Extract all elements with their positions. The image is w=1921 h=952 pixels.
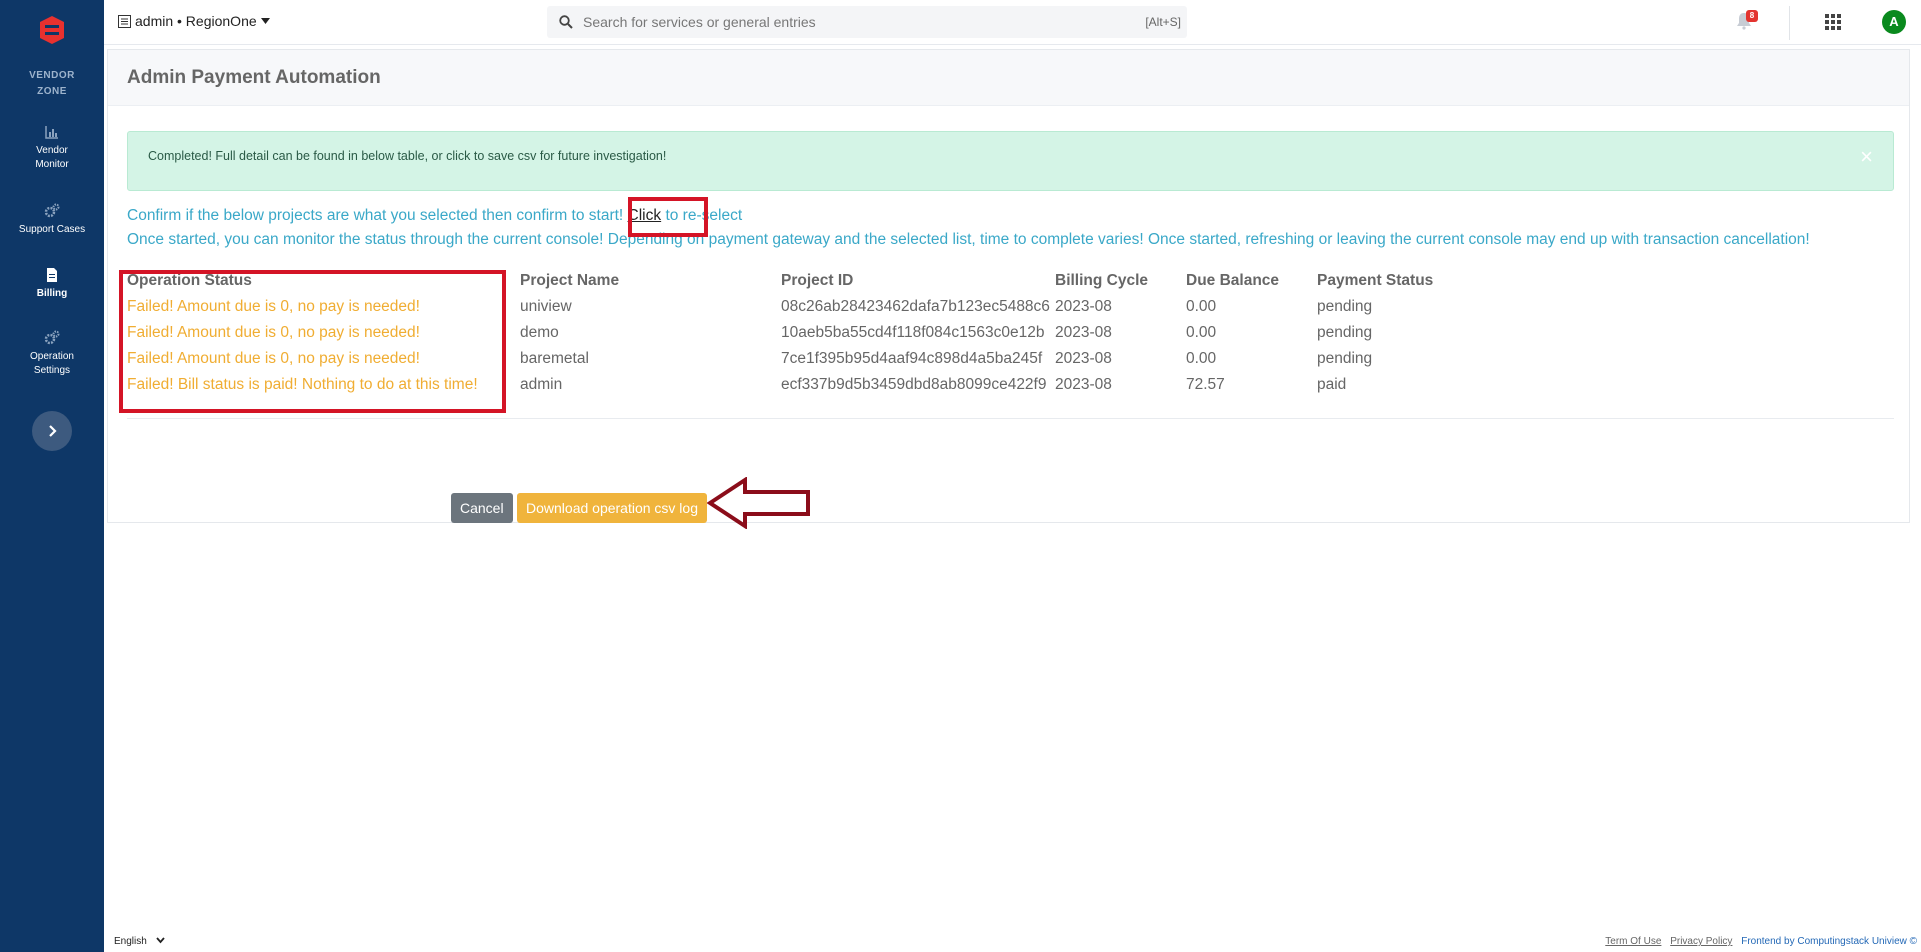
- notifications-button[interactable]: 8: [1736, 10, 1758, 35]
- brand-label: VENDOR ZONE: [29, 70, 75, 97]
- column-header-due-balance: Due Balance: [1186, 272, 1280, 289]
- project-region-switcher[interactable]: admin • RegionOne: [118, 13, 270, 29]
- page-title: Admin Payment Automation: [127, 67, 381, 88]
- search-input[interactable]: [583, 6, 1103, 38]
- gears-icon: [44, 330, 60, 345]
- caret-down-icon: [260, 18, 270, 24]
- gears-icon: [44, 203, 60, 218]
- column-header-project-name: Project Name: [520, 272, 620, 289]
- success-alert: Completed! Full detail can be found in b…: [127, 131, 1894, 191]
- card-header: Admin Payment Automation: [108, 50, 1909, 106]
- payment-automation-card: Admin Payment Automation Completed! Full…: [107, 49, 1910, 523]
- sidebar-toggle-button[interactable]: [32, 411, 72, 451]
- alert-message: Completed! Full detail can be found in b…: [148, 149, 667, 163]
- column-header-project-id: Project ID: [781, 272, 854, 289]
- operation-status-cell: Failed! Amount due is 0, no pay is neede…: [127, 298, 420, 315]
- table-header-row: Operation Status Project Name Project ID…: [127, 268, 1467, 294]
- close-icon[interactable]: ×: [1860, 146, 1873, 168]
- table-divider: [127, 418, 1894, 419]
- payment-status-cell: pending: [1317, 324, 1373, 341]
- billing-cycle-cell: 2023-08: [1055, 376, 1112, 393]
- sidebar-item-label: Support Cases: [18, 224, 86, 235]
- project-region-label: admin • RegionOne: [135, 13, 257, 29]
- download-csv-log-button[interactable]: Download operation csv log: [517, 493, 707, 523]
- document-icon: [47, 268, 57, 282]
- sidebar-item-operation-settings[interactable]: Operation Settings: [0, 330, 104, 378]
- reselect-suffix: to re-select: [665, 207, 743, 224]
- sidebar-item-label: Vendor Monitor: [35, 145, 69, 170]
- sidebar-item-billing[interactable]: Billing: [0, 267, 104, 301]
- project-name-cell: admin: [520, 376, 563, 393]
- confirm-instruction-text: Confirm if the below projects are what y…: [127, 207, 624, 224]
- column-header-billing-cycle: Billing Cycle: [1055, 272, 1149, 289]
- topbar-divider: [1789, 6, 1790, 40]
- confirm-instruction: Confirm if the below projects are what y…: [127, 207, 742, 225]
- sidebar-item-label: Billing: [36, 288, 68, 299]
- project-name-cell: uniview: [520, 298, 572, 315]
- due-balance-cell: 0.00: [1186, 350, 1217, 367]
- column-header-operation-status: Operation Status: [127, 272, 252, 289]
- sidebar: VENDOR ZONE Vendor Monitor Support Cases…: [0, 0, 104, 952]
- monitor-warning: Once started, you can monitor the status…: [127, 231, 1810, 248]
- payment-status-cell: pending: [1317, 298, 1373, 315]
- top-bar: admin • RegionOne [Alt+S] 8 A: [104, 0, 1921, 45]
- chevron-right-icon: [49, 425, 57, 437]
- due-balance-cell: 72.57: [1186, 376, 1225, 393]
- sidebar-item-vendor-monitor[interactable]: Vendor Monitor: [0, 124, 104, 172]
- bar-chart-icon: [45, 126, 58, 139]
- privacy-policy-link[interactable]: Privacy Policy: [1670, 936, 1732, 947]
- table-row: Failed! Amount due is 0, no pay is neede…: [127, 320, 1467, 346]
- user-avatar[interactable]: A: [1882, 10, 1906, 34]
- cancel-button[interactable]: Cancel: [451, 493, 513, 523]
- search-icon: [559, 15, 573, 29]
- list-icon: [118, 14, 131, 28]
- operation-status-cell: Failed! Amount due is 0, no pay is neede…: [127, 350, 420, 367]
- billing-cycle-cell: 2023-08: [1055, 298, 1112, 315]
- frontend-credit: Frontend by Computingstack Uniview ©: [1741, 936, 1917, 947]
- project-name-cell: demo: [520, 324, 559, 341]
- sidebar-item-label: Operation Settings: [30, 351, 74, 376]
- operation-results-table: Operation Status Project Name Project ID…: [127, 268, 1467, 398]
- payment-status-cell: pending: [1317, 350, 1373, 367]
- due-balance-cell: 0.00: [1186, 324, 1217, 341]
- logo-icon: [40, 16, 64, 44]
- table-row: Failed! Amount due is 0, no pay is neede…: [127, 294, 1467, 320]
- chevron-down-icon: [155, 937, 165, 944]
- project-id-cell: ecf337b9d5b3459dbd8ab8099ce422f9: [781, 376, 1047, 393]
- project-id-cell: 10aeb5ba55cd4f118f084c1563c0e12b: [781, 324, 1045, 341]
- project-id-cell: 7ce1f395b95d4aaf94c898d4a5ba245f: [781, 350, 1043, 367]
- language-label: English: [114, 936, 147, 947]
- table-row: Failed! Bill status is paid! Nothing to …: [127, 372, 1467, 398]
- search-bar: [Alt+S]: [547, 6, 1187, 38]
- grid-icon: [1825, 14, 1841, 30]
- due-balance-cell: 0.00: [1186, 298, 1217, 315]
- column-header-payment-status: Payment Status: [1317, 272, 1434, 289]
- table-row: Failed! Amount due is 0, no pay is neede…: [127, 346, 1467, 372]
- payment-status-cell: paid: [1317, 376, 1347, 393]
- notification-count-badge: 8: [1746, 10, 1758, 22]
- language-select[interactable]: English: [114, 936, 165, 947]
- operation-status-cell: Failed! Amount due is 0, no pay is neede…: [127, 324, 420, 341]
- project-id-cell: 08c26ab28423462dafa7b123ec5488c6: [781, 298, 1050, 315]
- reselect-link[interactable]: Click: [628, 207, 662, 224]
- billing-cycle-cell: 2023-08: [1055, 350, 1112, 367]
- app-grid-button[interactable]: [1825, 14, 1841, 35]
- main-content: Admin Payment Automation Completed! Full…: [104, 45, 1921, 952]
- billing-cycle-cell: 2023-08: [1055, 324, 1112, 341]
- sidebar-item-support-cases[interactable]: Support Cases: [0, 203, 104, 237]
- operation-status-cell: Failed! Bill status is paid! Nothing to …: [127, 376, 478, 393]
- search-shortcut-hint: [Alt+S]: [1145, 15, 1181, 29]
- project-name-cell: baremetal: [520, 350, 589, 367]
- footer-links: Term Of Use Privacy Policy Frontend by C…: [1599, 936, 1917, 947]
- terms-of-use-link[interactable]: Term Of Use: [1605, 936, 1661, 947]
